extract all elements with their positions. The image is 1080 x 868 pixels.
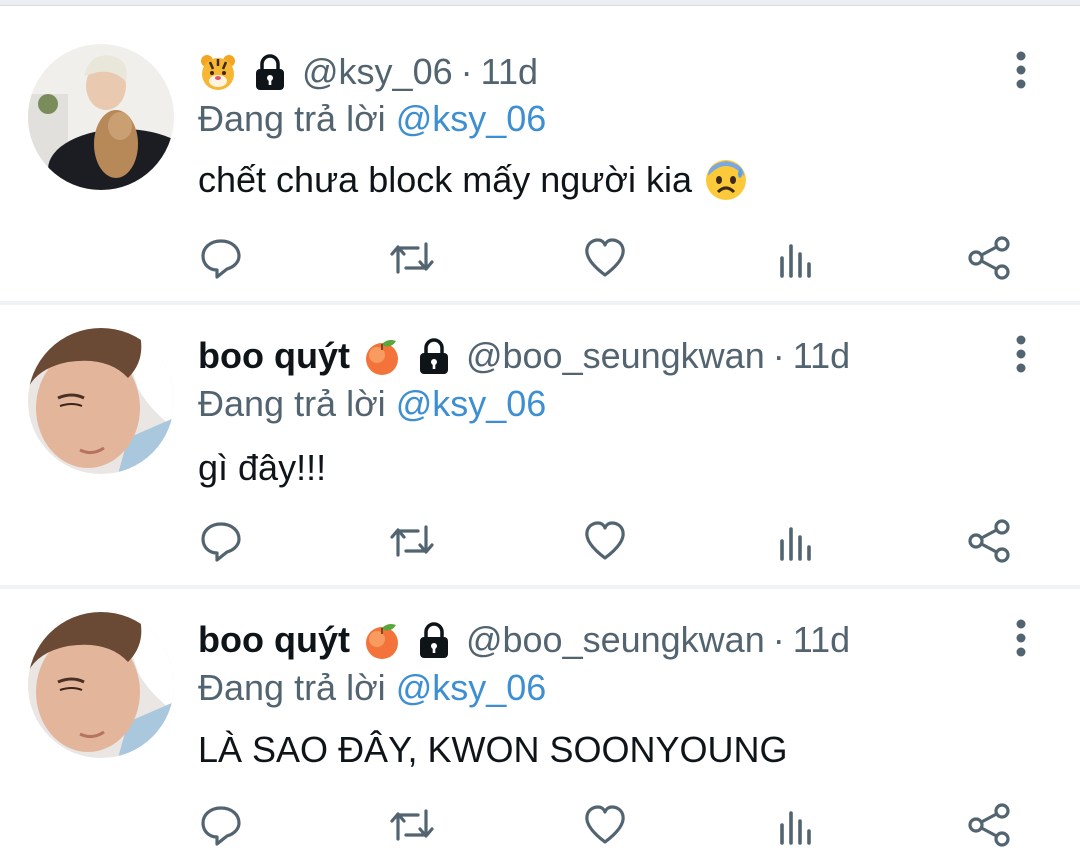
peach-icon: [362, 336, 402, 376]
reply-icon[interactable]: [197, 801, 245, 849]
separator-dot: ·: [772, 335, 785, 376]
reply-prefix: Đang trả lời: [198, 667, 386, 708]
display-name[interactable]: boo quýt: [198, 619, 350, 661]
tiger-face-icon: [198, 52, 238, 92]
tweet-header: boo quýt @boo_seungkwan · 11d: [198, 612, 850, 668]
separator-dot: ·: [772, 619, 785, 660]
display-name[interactable]: boo quýt: [198, 335, 350, 377]
tweet-2[interactable]: boo quýt @boo_seungkwan · 11d Đang trả l…: [0, 305, 1080, 585]
tweet-text-content: gì đây!!!: [198, 447, 327, 488]
tweet-header: boo quýt @boo_seungkwan · 11d: [198, 328, 850, 384]
user-handle[interactable]: @ksy_06: [302, 51, 453, 93]
reply-icon[interactable]: [197, 517, 245, 565]
like-icon[interactable]: [581, 801, 629, 849]
tweet-actions: [0, 517, 1080, 567]
tweet-1[interactable]: @ksy_06 · 11d Đang trả lời @ksy_06 chết …: [0, 0, 1080, 300]
timestamp[interactable]: 11d: [793, 619, 850, 661]
tweet-text-content: LÀ SAO ĐÂY, KWON SOONYOUNG: [198, 729, 788, 770]
user-handle[interactable]: @boo_seungkwan: [466, 619, 765, 661]
tweet-text: LÀ SAO ĐÂY, KWON SOONYOUNG: [198, 729, 787, 771]
tweet-text: chết chưa block mấy người kia: [198, 158, 748, 202]
avatar[interactable]: [28, 328, 174, 474]
reply-context: Đang trả lời @ksy_06: [198, 98, 546, 140]
tweet-3[interactable]: boo quýt @boo_seungkwan · 11d Đang trả l…: [0, 589, 1080, 868]
tweet-text: gì đây!!!: [198, 447, 326, 489]
more-icon[interactable]: [1004, 334, 1038, 374]
tweet-header: @ksy_06 · 11d: [198, 44, 538, 100]
lock-icon: [414, 620, 454, 660]
views-icon[interactable]: [772, 801, 820, 849]
retweet-icon[interactable]: [388, 234, 436, 282]
avatar[interactable]: [28, 44, 174, 190]
more-icon[interactable]: [1004, 618, 1038, 658]
like-icon[interactable]: [581, 234, 629, 282]
reply-context: Đang trả lời @ksy_06: [198, 667, 546, 709]
retweet-icon[interactable]: [388, 801, 436, 849]
anxious-face-with-sweat-icon: [704, 158, 748, 202]
tweet-actions: [0, 234, 1080, 284]
tweet-actions: [0, 801, 1080, 851]
lock-icon: [250, 52, 290, 92]
more-icon[interactable]: [1004, 50, 1038, 90]
views-icon[interactable]: [772, 234, 820, 282]
user-handle[interactable]: @boo_seungkwan: [466, 335, 765, 377]
timestamp[interactable]: 11d: [481, 51, 538, 93]
share-icon[interactable]: [965, 517, 1013, 565]
share-icon[interactable]: [965, 234, 1013, 282]
reply-prefix: Đang trả lời: [198, 383, 386, 424]
separator-dot: ·: [460, 51, 473, 92]
timestamp[interactable]: 11d: [793, 335, 850, 377]
reply-mention[interactable]: @ksy_06: [396, 383, 547, 424]
reply-mention[interactable]: @ksy_06: [396, 667, 547, 708]
lock-icon: [414, 336, 454, 376]
reply-mention[interactable]: @ksy_06: [396, 98, 547, 139]
avatar[interactable]: [28, 612, 174, 758]
like-icon[interactable]: [581, 517, 629, 565]
views-icon[interactable]: [772, 517, 820, 565]
retweet-icon[interactable]: [388, 517, 436, 565]
reply-prefix: Đang trả lời: [198, 98, 386, 139]
reply-icon[interactable]: [197, 234, 245, 282]
peach-icon: [362, 620, 402, 660]
tweet-text-content: chết chưa block mấy người kia: [198, 159, 693, 200]
reply-context: Đang trả lời @ksy_06: [198, 383, 546, 425]
share-icon[interactable]: [965, 801, 1013, 849]
